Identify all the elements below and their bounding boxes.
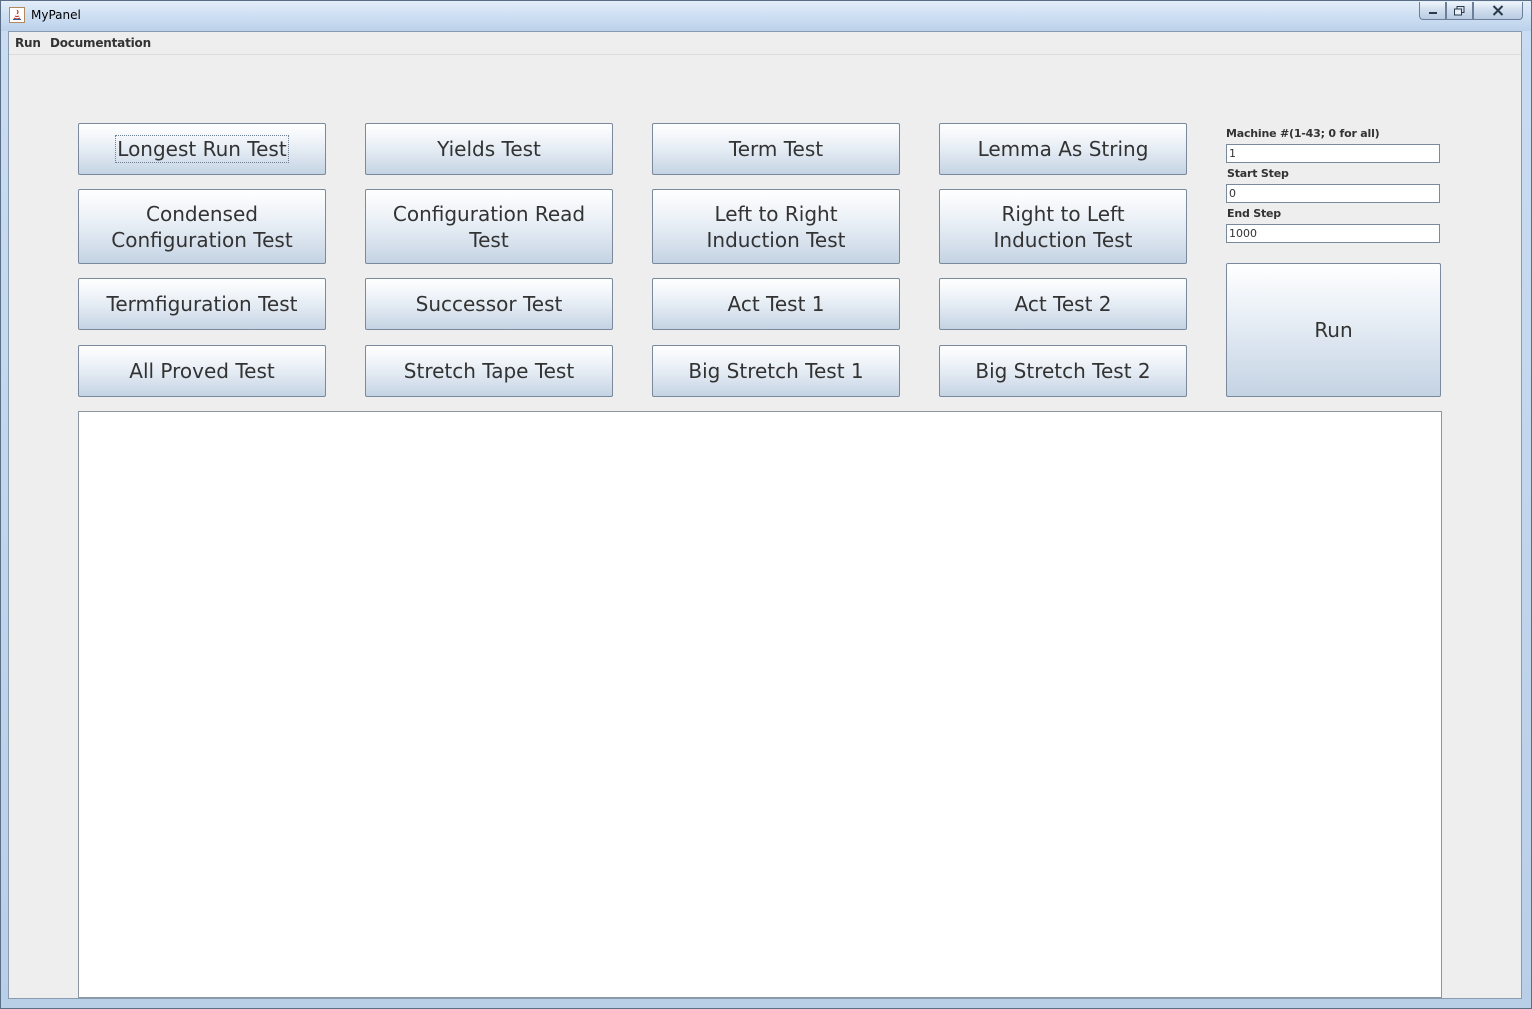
client-area: Run Documentation Longest Run Test Yield… (8, 31, 1522, 999)
app-window: MyPanel Run Documentation Longest Run Te… (0, 0, 1532, 1009)
minimize-icon (1428, 11, 1437, 14)
start-step-input[interactable] (1226, 184, 1440, 203)
stretch-tape-test-button[interactable]: Stretch Tape Test (365, 345, 613, 397)
button-label: Longest Run Test (115, 135, 289, 163)
condensed-configuration-test-button[interactable]: Condensed Configuration Test (78, 189, 326, 264)
act-test-1-button[interactable]: Act Test 1 (652, 278, 900, 330)
start-step-label: Start Step (1227, 167, 1289, 180)
all-proved-test-button[interactable]: All Proved Test (78, 345, 326, 397)
configuration-read-test-button[interactable]: Configuration Read Test (365, 189, 613, 264)
term-test-button[interactable]: Term Test (652, 123, 900, 175)
maximize-button[interactable] (1446, 2, 1473, 20)
button-label: Act Test 2 (1014, 292, 1112, 316)
button-label: Left to Right Induction Test (706, 201, 846, 252)
machine-label: Machine #(1-43; 0 for all) (1226, 127, 1380, 140)
button-label: Big Stretch Test 1 (688, 359, 864, 383)
menu-run[interactable]: Run (15, 36, 41, 50)
button-label: Big Stretch Test 2 (975, 359, 1151, 383)
button-label: Term Test (728, 137, 824, 161)
longest-run-test-button[interactable]: Longest Run Test (78, 123, 326, 175)
big-stretch-test-1-button[interactable]: Big Stretch Test 1 (652, 345, 900, 397)
machine-number-input[interactable] (1226, 144, 1440, 163)
button-label: Lemma As String (977, 137, 1149, 161)
end-step-input[interactable] (1226, 224, 1440, 243)
output-text-area[interactable] (78, 411, 1442, 998)
restore-icon (1454, 5, 1465, 15)
button-label: All Proved Test (129, 359, 275, 383)
close-icon (1492, 5, 1504, 16)
button-label: Act Test 1 (727, 292, 825, 316)
left-to-right-induction-test-button[interactable]: Left to Right Induction Test (652, 189, 900, 264)
button-label: Condensed Configuration Test (111, 201, 293, 252)
lemma-as-string-button[interactable]: Lemma As String (939, 123, 1187, 175)
termfiguration-test-button[interactable]: Termfiguration Test (78, 278, 326, 330)
end-step-label: End Step (1227, 207, 1281, 220)
minimize-button[interactable] (1419, 2, 1446, 20)
act-test-2-button[interactable]: Act Test 2 (939, 278, 1187, 330)
run-button[interactable]: Run (1226, 263, 1441, 397)
run-button-label: Run (1314, 318, 1353, 342)
button-label: Stretch Tape Test (403, 359, 575, 383)
title-bar[interactable]: MyPanel (1, 1, 1531, 31)
big-stretch-test-2-button[interactable]: Big Stretch Test 2 (939, 345, 1187, 397)
java-icon (9, 7, 25, 23)
button-label: Configuration Read Test (392, 201, 586, 252)
button-label: Successor Test (415, 292, 563, 316)
right-to-left-induction-test-button[interactable]: Right to Left Induction Test (939, 189, 1187, 264)
successor-test-button[interactable]: Successor Test (365, 278, 613, 330)
button-label: Yields Test (437, 137, 541, 161)
button-label: Right to Left Induction Test (993, 201, 1133, 252)
window-title: MyPanel (31, 8, 81, 22)
menu-documentation[interactable]: Documentation (50, 36, 151, 50)
menu-bar: Run Documentation (9, 32, 1521, 55)
button-label: Termfiguration Test (106, 292, 298, 316)
close-button[interactable] (1473, 2, 1523, 20)
yields-test-button[interactable]: Yields Test (365, 123, 613, 175)
